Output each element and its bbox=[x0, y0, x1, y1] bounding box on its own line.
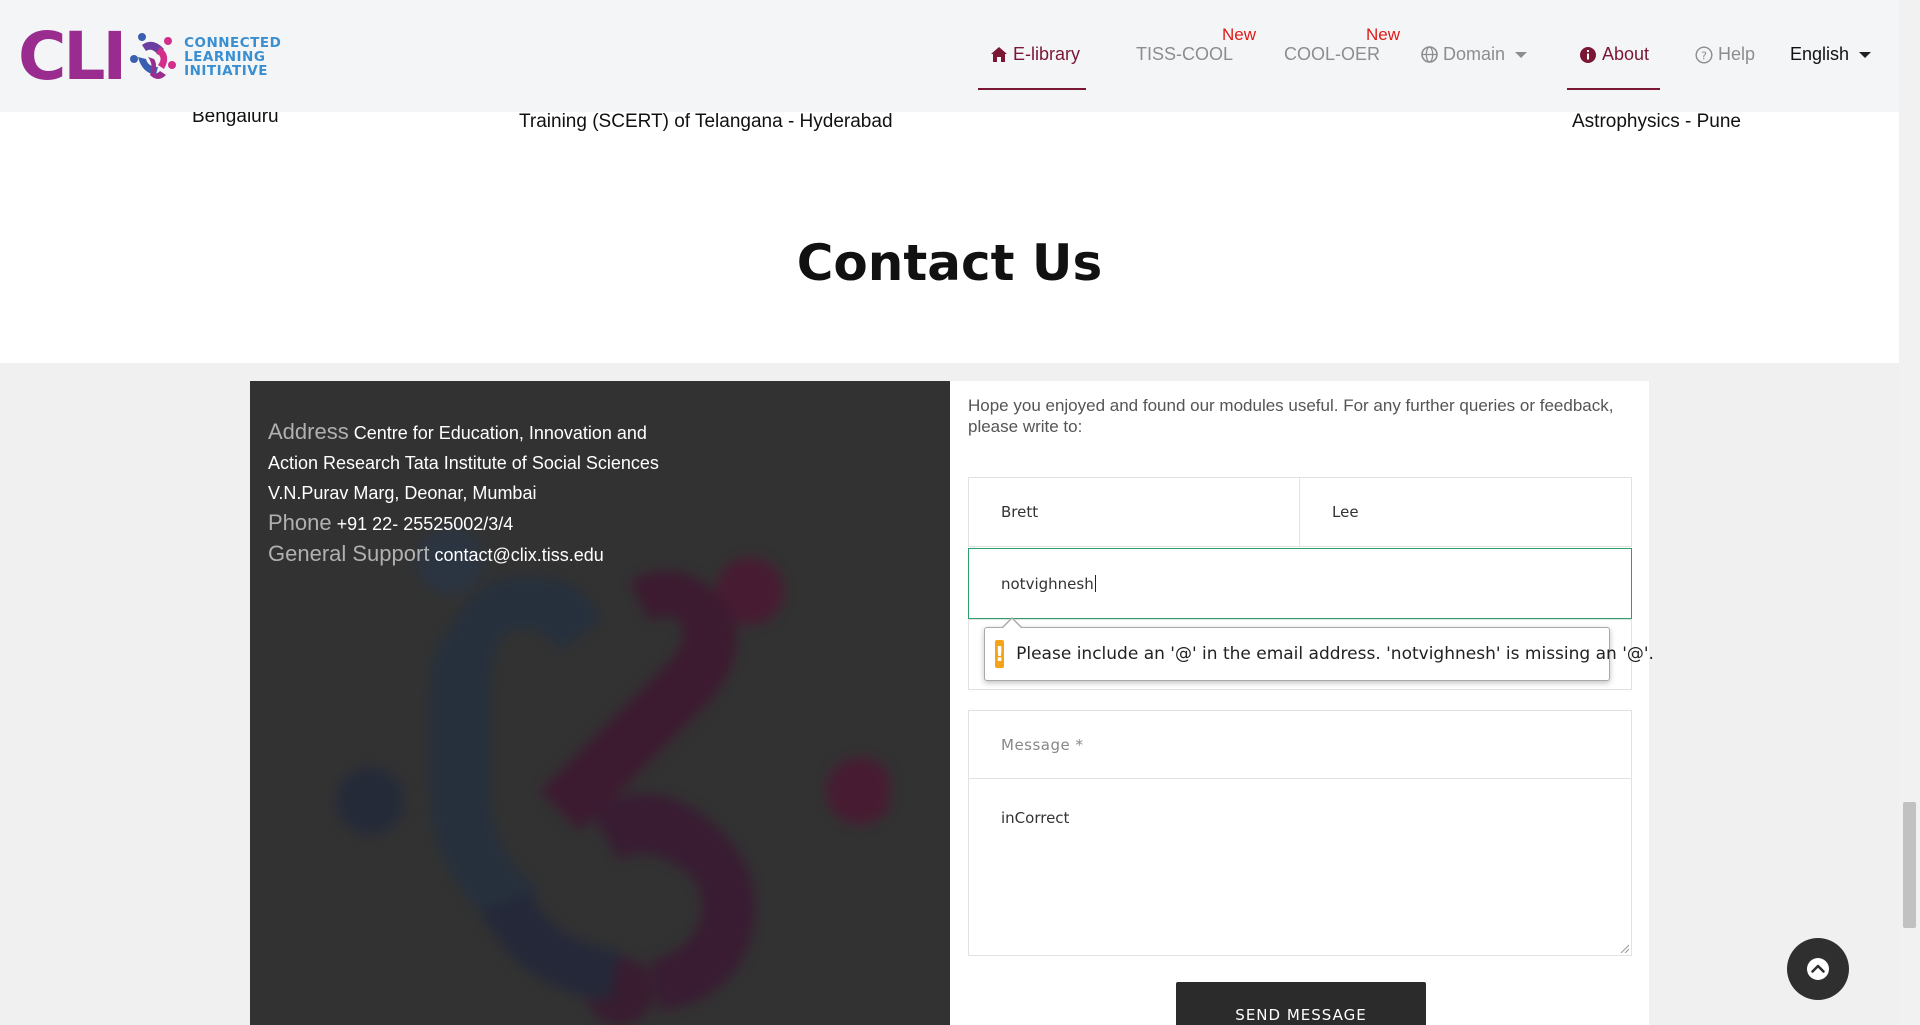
back-to-top-button[interactable] bbox=[1787, 938, 1849, 1000]
message-label: Message * bbox=[1001, 735, 1084, 754]
address-label: Address bbox=[268, 419, 349, 444]
nav-about-underline bbox=[1567, 88, 1660, 90]
message-label-field: Message * bbox=[968, 710, 1632, 779]
nav-domain-label: Domain bbox=[1443, 44, 1506, 64]
last-name-field[interactable]: Lee bbox=[1299, 477, 1632, 547]
partner-name-center: Training (SCERT) of Telangana - Hyderaba… bbox=[519, 111, 893, 132]
nav-cool-oer-new-badge: New bbox=[1366, 25, 1401, 44]
send-message-button[interactable]: SEND MESSAGE bbox=[1176, 982, 1426, 1025]
info-icon bbox=[1580, 46, 1596, 63]
scrollbar-thumb[interactable] bbox=[1903, 802, 1916, 928]
logo-line-1: CONNECTED bbox=[184, 35, 282, 51]
nav-elibrary[interactable]: E-library bbox=[990, 44, 1080, 65]
nav-tiss-cool-label: TISS-COOL bbox=[1136, 44, 1234, 64]
nav-tiss-cool[interactable]: TISS-COOL bbox=[1136, 44, 1233, 65]
nav-help[interactable]: ? Help bbox=[1695, 44, 1755, 65]
logo-subtitle: CONNECTED LEARNING INITIATIVE bbox=[184, 36, 281, 78]
text-cursor bbox=[1094, 575, 1096, 592]
phone-label: Phone bbox=[268, 510, 332, 535]
last-name-value: Lee bbox=[1332, 503, 1359, 521]
chevron-up-icon bbox=[1807, 958, 1829, 980]
language-dropdown[interactable]: English bbox=[1790, 44, 1872, 65]
nav-about-label: About bbox=[1602, 44, 1650, 64]
help-circle-icon: ? bbox=[1695, 45, 1713, 64]
email-validation-tooltip: ! Please include an '@' in the email add… bbox=[984, 617, 1654, 681]
nav-elibrary-label: E-library bbox=[1013, 44, 1081, 64]
phone-value: +91 22- 25525002/3/4 bbox=[336, 514, 514, 534]
logo-knot-icon bbox=[130, 33, 177, 79]
site-header: CLI CONNECTED LEARNING INITIATIVE E-libr… bbox=[0, 0, 1899, 112]
nav-cool-oer-label: COOL-OER bbox=[1284, 44, 1381, 64]
first-name-field[interactable]: Brett bbox=[968, 477, 1300, 547]
language-label: English bbox=[1790, 44, 1850, 64]
nav-elibrary-underline bbox=[978, 88, 1086, 90]
validation-message: Please include an '@' in the email addre… bbox=[1016, 644, 1654, 664]
support-email[interactable]: contact@clix.tiss.edu bbox=[434, 545, 603, 565]
message-textarea[interactable]: inCorrect bbox=[968, 778, 1632, 956]
support-label: General Support bbox=[268, 541, 430, 566]
home-icon bbox=[991, 47, 1007, 62]
logo-line-3: INITIATIVE bbox=[184, 63, 268, 79]
nav-about[interactable]: About bbox=[1579, 44, 1649, 65]
first-name-value: Brett bbox=[1001, 503, 1039, 521]
cli-logo[interactable]: CLI CONNECTED LEARNING INITIATIVE bbox=[18, 24, 281, 90]
svg-text:?: ? bbox=[1701, 49, 1707, 62]
nav-domain-dropdown[interactable]: Domain bbox=[1421, 44, 1528, 65]
email-field[interactable]: notvighnesh bbox=[968, 548, 1632, 619]
contact-form: Hope you enjoyed and found our modules u… bbox=[950, 381, 1649, 1025]
contact-us-heading: Contact Us bbox=[796, 234, 1103, 292]
logo-line-2: LEARNING bbox=[184, 49, 266, 65]
nav-cool-oer[interactable]: COOL-OER bbox=[1284, 44, 1380, 65]
logo-wordmark: CLI bbox=[18, 18, 127, 95]
form-intro-text: Hope you enjoyed and found our modules u… bbox=[968, 396, 1614, 436]
nav-tiss-cool-new-badge: New bbox=[1222, 25, 1257, 44]
chevron-down-icon bbox=[1515, 51, 1528, 58]
message-value: inCorrect bbox=[1001, 809, 1070, 827]
email-value: notvighnesh bbox=[1001, 574, 1094, 593]
chevron-down-icon bbox=[1859, 51, 1872, 58]
globe-icon bbox=[1421, 46, 1438, 63]
contact-details: Address Centre for Education, Innovation… bbox=[268, 417, 688, 570]
resize-grip-icon[interactable] bbox=[1619, 943, 1629, 953]
partner-name-right: Astrophysics - Pune bbox=[1572, 111, 1741, 132]
nav-help-label: Help bbox=[1718, 44, 1756, 64]
warning-icon: ! bbox=[995, 640, 1005, 668]
contact-info-panel: Address Centre for Education, Innovation… bbox=[250, 381, 950, 1025]
